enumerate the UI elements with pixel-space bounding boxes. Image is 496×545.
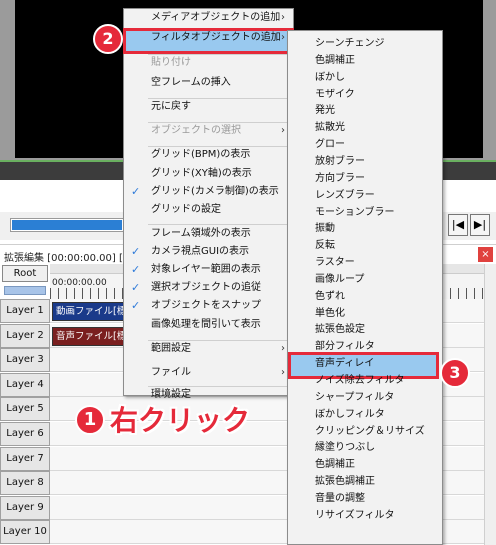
checkmark-icon: ✓ (131, 185, 141, 198)
context-menu-item[interactable]: ✓ 対象レイヤー範囲の表示 (124, 260, 293, 280)
layer-label[interactable]: Layer 7 (0, 446, 50, 471)
context-menu-item-label: グリッド(XY軸)の表示 (151, 168, 252, 179)
context-menu-item-label: 選択オブジェクトの追従 (151, 282, 261, 293)
context-menu-item-label: 空フレームの挿入 (151, 77, 231, 88)
root-button[interactable]: Root (2, 265, 48, 282)
timeline-close-button[interactable]: × (478, 247, 493, 262)
context-menu-item-label: 元に戻す (151, 101, 191, 112)
layer-label[interactable]: Layer 3 (0, 348, 50, 373)
context-menu-item-label: フィルタオブジェクトの追加 (151, 32, 281, 43)
step-2-badge: 2 (93, 24, 123, 54)
layer-label[interactable]: Layer 1 (0, 299, 50, 323)
checkmark-icon: ✓ (131, 245, 141, 258)
submenu-arrow-icon: › (281, 32, 285, 43)
timeline-vertical-scrollbar[interactable] (484, 264, 496, 545)
context-menu-item[interactable]: ✓ 選択オブジェクトの追従 (124, 278, 293, 298)
context-menu-item-label: グリッド(カメラ制御)の表示 (151, 186, 279, 197)
submenu-arrow-icon: › (281, 125, 285, 136)
context-menu-item-label: 環境設定 (151, 389, 191, 400)
context-menu-item[interactable]: フィルタオブジェクトの追加 › (124, 28, 293, 48)
context-menu-item[interactable]: フレーム領域外の表示 (124, 224, 293, 244)
layer-label[interactable]: Layer 9 (0, 495, 50, 520)
submenu-arrow-icon: › (281, 12, 285, 23)
layer-label[interactable]: Layer 6 (0, 422, 50, 446)
context-menu-item[interactable]: ✓ カメラ視点GUIの表示 (124, 242, 293, 262)
audio-clip[interactable]: 音声ファイル[標準 (52, 327, 124, 346)
context-menu-item-label: オブジェクトの選択 (151, 125, 241, 136)
context-menu-item-label: 貼り付け (151, 57, 191, 68)
step-3-badge: 3 (440, 358, 470, 388)
submenu-arrow-icon: › (281, 343, 285, 354)
context-menu-item-label: カメラ視点GUIの表示 (151, 246, 250, 257)
layer-label[interactable]: Layer 5 (0, 397, 50, 422)
context-menu-item[interactable]: 画像処理を間引いて表示 (124, 315, 293, 335)
context-menu-item-label: グリッド(BPM)の表示 (151, 149, 251, 160)
step-1-caption: 右クリック (110, 404, 251, 437)
context-menu-item[interactable]: ✓ オブジェクトをスナップ (124, 296, 293, 316)
context-menu-item-label: 対象レイヤー範囲の表示 (151, 264, 261, 275)
context-menu-item[interactable]: 範囲設定 › (124, 339, 293, 359)
context-menu-item[interactable]: 元に戻す (124, 97, 293, 117)
prev-frame-button[interactable]: |◀ (448, 214, 468, 236)
context-menu-item[interactable]: グリッド(XY軸)の表示 (124, 164, 293, 184)
context-menu-item[interactable]: 空フレームの挿入 (124, 73, 293, 93)
context-menu-item-label: メディアオブジェクトの追加 (151, 12, 281, 23)
context-menu-item[interactable]: グリッドの設定 (124, 200, 293, 220)
checkmark-icon: ✓ (131, 281, 141, 294)
ruler-time-label: 00:00:00.00 (52, 278, 107, 288)
layer-label[interactable]: Layer 8 (0, 471, 50, 496)
context-menu-item[interactable]: ✓ グリッド(カメラ制御)の表示 (124, 182, 293, 202)
seek-slider-fill (12, 220, 122, 230)
layer-label[interactable]: Layer 2 (0, 323, 50, 348)
context-menu-item-label: 範囲設定 (151, 343, 191, 354)
context-menu-item[interactable]: 貼り付け (124, 53, 293, 73)
filter-submenu: シーンチェンジ 色調補正 ぼかし モザイク 発光 拡散光 グロー 放射ブラー 方向ブラー レンズブ… (287, 30, 443, 545)
layer-label[interactable]: Layer 10 (0, 520, 50, 545)
context-menu-item-label: ファイル (151, 367, 191, 378)
context-menu-item[interactable]: オブジェクトの選択 › (124, 121, 293, 141)
context-menu-item-label: 画像処理を間引いて表示 (151, 319, 261, 330)
submenu-arrow-icon: › (281, 367, 285, 378)
context-menu-item-label: グリッドの設定 (151, 204, 221, 215)
context-menu-item[interactable]: メディアオブジェクトの追加 › (124, 8, 293, 28)
context-menu-item-label: フレーム領域外の表示 (151, 228, 251, 239)
context-menu-item[interactable]: グリッド(BPM)の表示 (124, 145, 293, 165)
filter-submenu-item[interactable]: リサイズフィルタ (288, 505, 442, 526)
context-menu: メディアオブジェクトの追加 › フィルタオブジェクトの追加 › 貼り付け 空フレームの挿入… (123, 8, 294, 400)
context-menu-item-label: オブジェクトをスナップ (151, 300, 261, 311)
zoom-scale-bar[interactable] (4, 286, 46, 295)
checkmark-icon: ✓ (131, 263, 141, 276)
checkmark-icon: ✓ (131, 299, 141, 312)
step-1-badge: 1 (75, 405, 105, 435)
next-frame-button[interactable]: ▶| (470, 214, 490, 236)
context-menu-item[interactable]: ファイル › (124, 363, 293, 383)
video-clip[interactable]: 動画ファイル[標準 (52, 302, 124, 321)
layer-label[interactable]: Layer 4 (0, 372, 50, 397)
context-menu-item[interactable]: 環境設定 (124, 385, 293, 405)
